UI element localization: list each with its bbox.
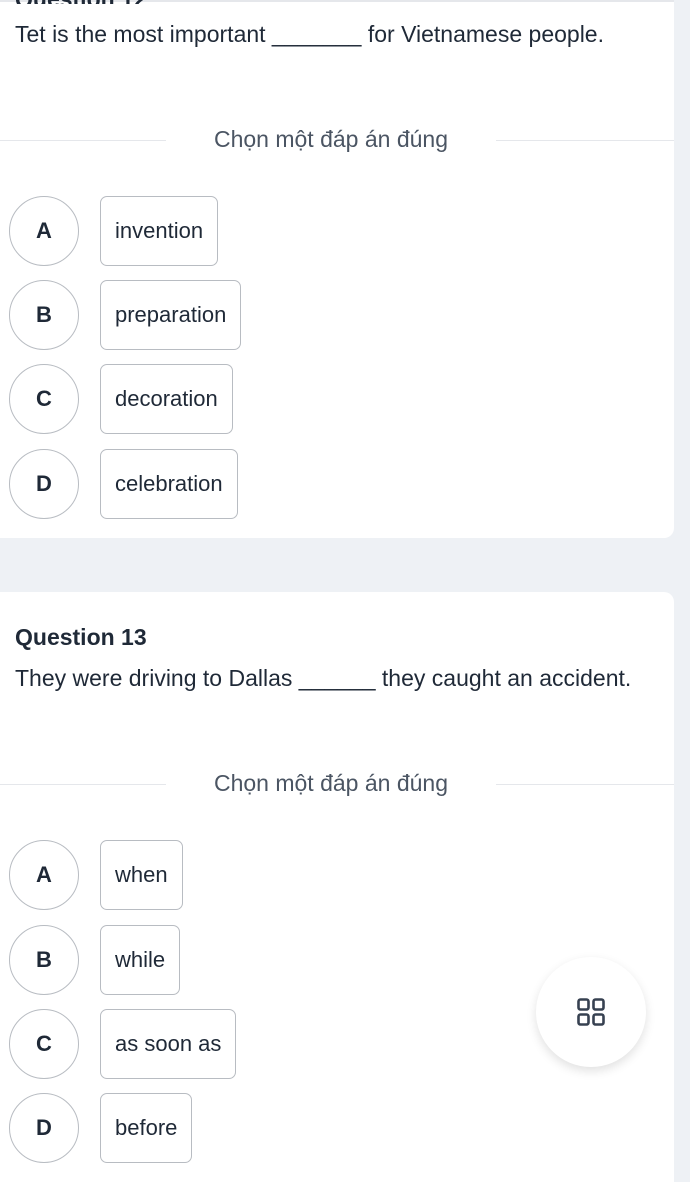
instruction-divider: Chọn một đáp án đúng (0, 770, 674, 800)
option-answer[interactable]: as soon as (100, 1009, 237, 1079)
option-letter[interactable]: B (9, 280, 79, 350)
question-text: Tet is the most important _______ for Vi… (15, 21, 604, 47)
option-letter[interactable]: C (9, 364, 79, 434)
option-letter[interactable]: A (9, 196, 79, 266)
option-letter[interactable]: D (9, 1093, 79, 1163)
option-answer[interactable]: preparation (100, 280, 242, 350)
option-letter[interactable]: C (9, 1009, 79, 1079)
instruction-divider: Chọn một đáp án đúng (0, 126, 674, 156)
question-grid-button[interactable] (536, 957, 646, 1067)
divider-line (496, 140, 674, 141)
option-answer[interactable]: when (100, 840, 183, 910)
instruction-label: Chọn một đáp án đúng (213, 126, 448, 152)
question-text: They were driving to Dallas ______ they … (15, 665, 632, 691)
option-letter[interactable]: D (9, 449, 79, 519)
option-letter[interactable]: A (9, 840, 79, 910)
option-answer[interactable]: decoration (100, 364, 233, 434)
question-title: Question 13 (15, 624, 147, 650)
question-card-13: Question 13 They were driving to Dallas … (0, 592, 674, 1182)
divider-line (0, 784, 166, 785)
option-letter[interactable]: B (9, 925, 79, 995)
question-card-12: Question 12 Tet is the most important __… (0, 0, 674, 538)
divider-line (496, 784, 674, 785)
divider-line (0, 140, 166, 141)
option-answer[interactable]: while (100, 925, 181, 995)
instruction-label: Chọn một đáp án đúng (213, 770, 448, 796)
option-answer[interactable]: invention (100, 196, 219, 266)
option-answer[interactable]: celebration (100, 449, 238, 519)
option-answer[interactable]: before (100, 1093, 193, 1163)
question-title: Question 12 (15, 0, 147, 4)
grid-icon (577, 998, 605, 1026)
